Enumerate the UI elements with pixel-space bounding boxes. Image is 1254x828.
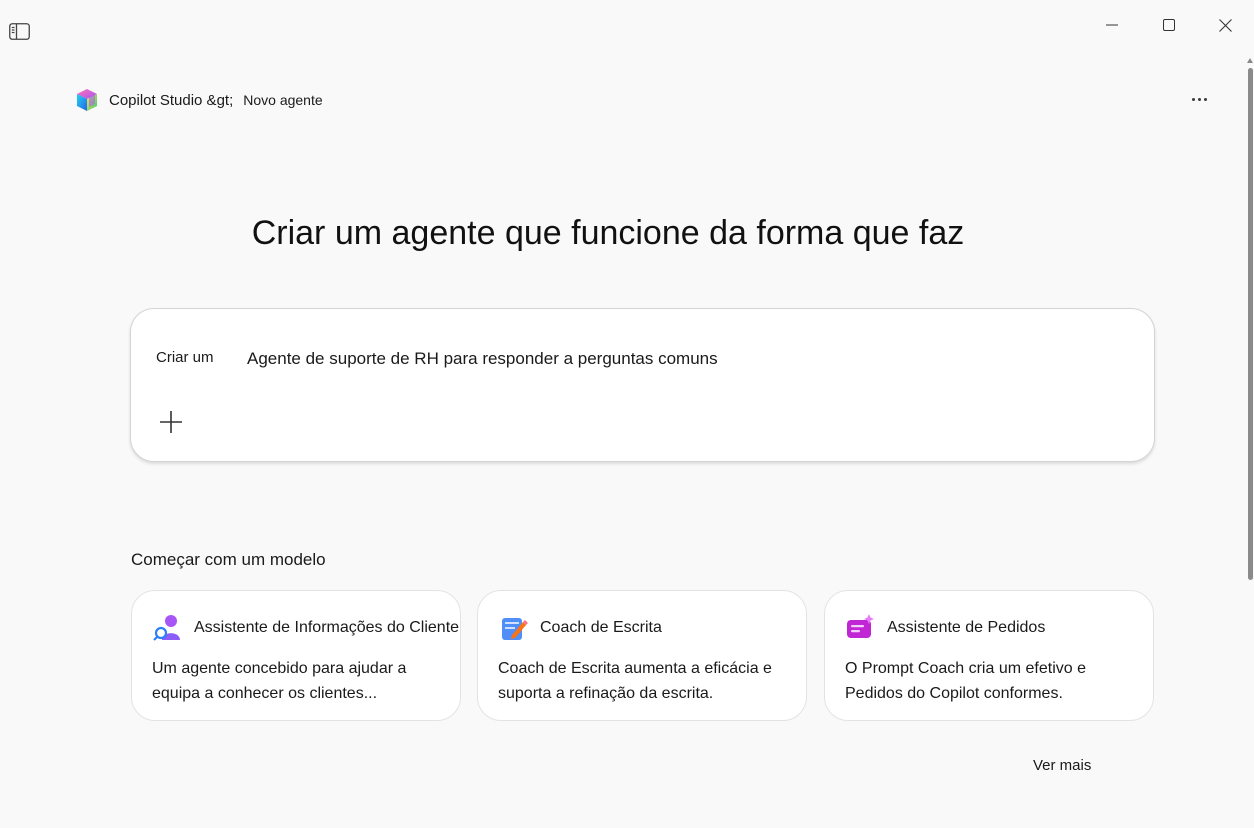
person-icon	[152, 613, 182, 643]
template-card-writing-coach[interactable]: Coach de Escrita Coach de Escrita aument…	[477, 590, 807, 721]
agent-description-input[interactable]: Agente de suporte de RH para responder a…	[247, 349, 718, 369]
sidebar-panel-icon	[8, 22, 30, 40]
create-agent-prompt-card: Criar um Agente de suporte de RH para re…	[130, 308, 1155, 462]
close-button[interactable]	[1197, 10, 1254, 40]
breadcrumb-app-link[interactable]: Copilot Studio &gt;	[109, 92, 233, 109]
more-dot-icon	[1191, 97, 1195, 101]
template-card-request-assistant[interactable]: Assistente de Pedidos O Prompt Coach cri…	[824, 590, 1154, 721]
sidebar-toggle-button[interactable]	[8, 22, 30, 40]
template-card-description: Um agente concebido para ajudar a equipa…	[152, 660, 407, 702]
template-card-description: Coach de Escrita aumenta a eficácia e su…	[498, 660, 772, 702]
template-card-header: Assistente de Informações do Cliente	[152, 613, 459, 643]
template-card-customer-info[interactable]: Assistente de Informações do Cliente Um …	[131, 590, 461, 721]
copilot-studio-logo-icon	[77, 89, 97, 111]
maximize-button[interactable]	[1140, 10, 1197, 40]
ticket-sparkle-icon	[845, 613, 875, 643]
close-icon	[1219, 18, 1232, 32]
more-dot-icon	[1197, 97, 1201, 101]
breadcrumb: Copilot Studio &gt; Novo agente	[75, 86, 323, 114]
template-card-title: Assistente de Pedidos	[887, 619, 1046, 636]
more-options-button[interactable]	[1188, 88, 1210, 110]
template-card-description: O Prompt Coach cria um efetivo e Pedidos…	[845, 660, 1086, 702]
maximize-icon	[1162, 19, 1175, 31]
page-title: Criar um agente que funcione da forma qu…	[251, 214, 965, 252]
minimize-button[interactable]	[1083, 10, 1140, 40]
minimize-icon	[1105, 24, 1118, 26]
plus-icon	[160, 411, 182, 433]
breadcrumb-current: Novo agente	[243, 92, 323, 108]
see-more-link[interactable]: Ver mais	[1033, 757, 1091, 774]
template-card-header: Coach de Escrita	[498, 613, 662, 643]
templates-section-title: Começar com um modelo	[131, 550, 326, 569]
window-controls	[1083, 10, 1254, 40]
app-window: Copilot Studio &gt; Novo agente Criar um…	[0, 0, 1254, 828]
pen-notepad-icon	[498, 613, 528, 643]
prompt-label: Criar um	[156, 349, 214, 366]
scroll-up-arrow-icon[interactable]	[1247, 58, 1253, 63]
template-card-title: Assistente de Informações do Cliente	[194, 619, 460, 636]
template-card-title: Coach de Escrita	[540, 619, 662, 636]
scrollbar-thumb[interactable]	[1248, 68, 1253, 580]
more-dot-icon	[1203, 97, 1207, 101]
add-button[interactable]	[159, 410, 183, 434]
vertical-scrollbar[interactable]	[1245, 58, 1254, 828]
template-card-header: Assistente de Pedidos	[845, 613, 1045, 643]
